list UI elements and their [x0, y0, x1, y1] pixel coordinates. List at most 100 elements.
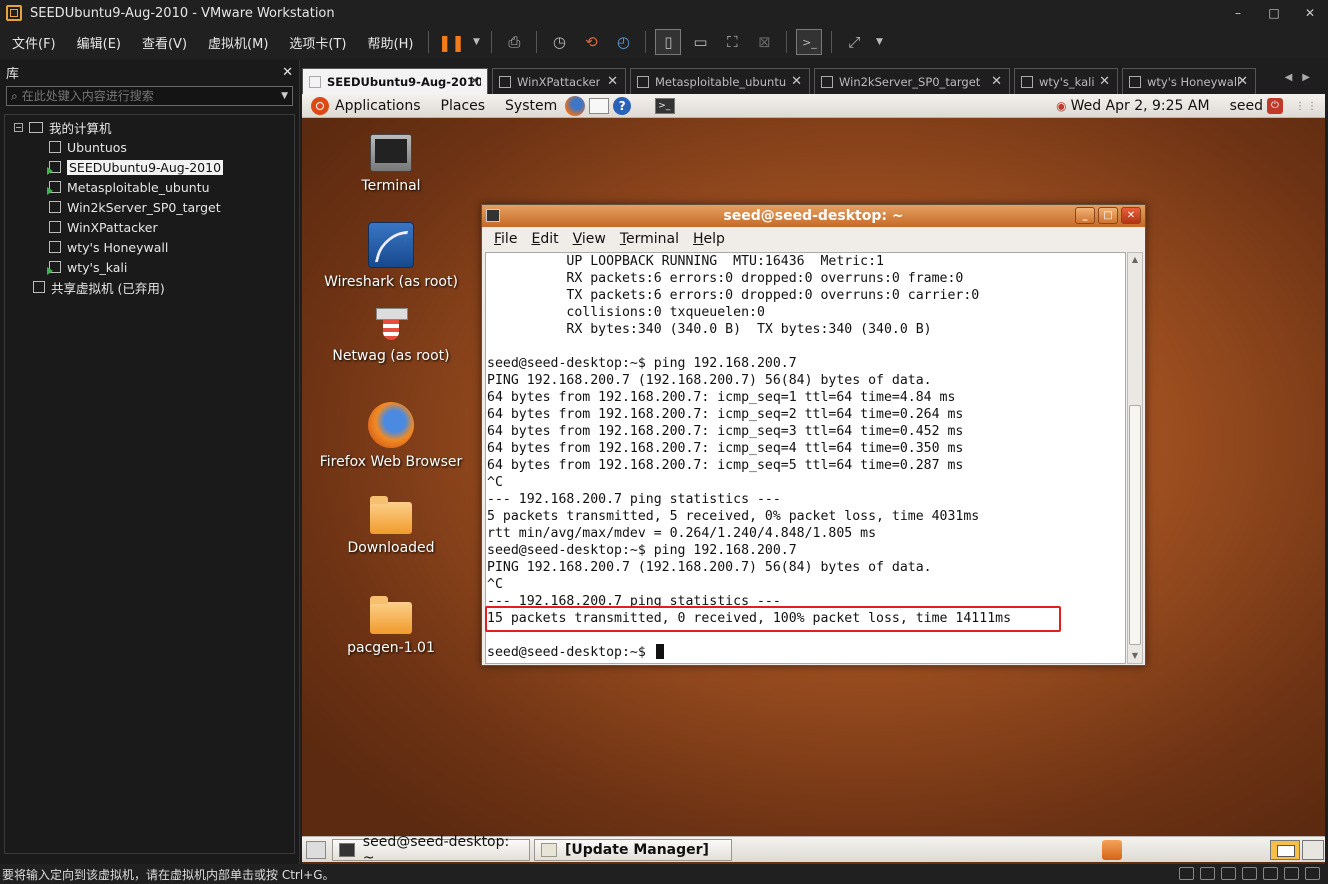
tab-seedubuntu[interactable]: SEEDUbuntu9-Aug-2010 ✕ — [302, 68, 488, 94]
firefox-launcher-icon[interactable] — [565, 95, 586, 116]
terminal-menu-view[interactable]: View — [573, 231, 606, 247]
tree-vm-item[interactable]: SEEDUbuntu9-Aug-2010 — [5, 157, 294, 177]
desktop-icon-pacgen[interactable]: pacgen-1.01 — [306, 596, 476, 656]
stretch-dropdown-icon[interactable]: ▼ — [873, 29, 885, 55]
scroll-up-icon[interactable]: ▲ — [1128, 253, 1142, 267]
tab-winxpattacker[interactable]: WinXPattacker ✕ — [492, 68, 626, 94]
close-window-button[interactable]: ✕ — [1292, 0, 1328, 26]
network-adapter-icon[interactable] — [1221, 867, 1236, 880]
ubuntu-logo-icon[interactable] — [311, 96, 329, 115]
desktop-icon-netwag[interactable]: Netwag (as root) — [306, 306, 476, 364]
power-icon[interactable]: ⏻ — [1267, 98, 1283, 114]
tree-vm-item[interactable]: Win2kServer_SP0_target — [5, 197, 294, 217]
library-search[interactable]: ⌕ ▼ — [6, 86, 293, 106]
pause-dropdown-icon[interactable]: ▼ — [470, 29, 482, 55]
desktop-icon-firefox[interactable]: Firefox Web Browser — [306, 402, 476, 470]
full-screen-icon[interactable]: ⛶ — [719, 29, 745, 55]
terminal-title-bar[interactable]: seed@seed-desktop: ~ _ □ ✕ — [482, 205, 1145, 227]
menu-tabs[interactable]: 选项卡(T) — [277, 33, 355, 52]
display-icon[interactable] — [1284, 867, 1299, 880]
menu-vm[interactable]: 虚拟机(M) — [196, 33, 277, 52]
menu-help[interactable]: 帮助(H) — [356, 33, 423, 52]
terminal-launcher-icon[interactable]: >_ — [655, 97, 676, 114]
tree-vm-item[interactable]: wty's Honeywall — [5, 237, 294, 257]
menu-view[interactable]: 查看(V) — [130, 33, 196, 52]
terminal-minimize-button[interactable]: _ — [1075, 207, 1095, 224]
message-icon[interactable] — [1305, 867, 1320, 880]
send-ctrl-alt-del-icon[interactable]: ⎙ — [501, 29, 527, 55]
tab-close-icon[interactable]: ✕ — [1099, 74, 1110, 89]
tab-scroll-arrows[interactable]: ◀▶ — [1285, 72, 1320, 83]
unity-icon[interactable]: ⊠ — [751, 29, 777, 55]
menu-system[interactable]: System — [505, 98, 557, 114]
workspace-switcher-1[interactable] — [1270, 840, 1300, 860]
tab-close-icon[interactable]: ✕ — [791, 74, 802, 89]
desktop-icon-downloaded[interactable]: Downloaded — [306, 496, 476, 556]
update-notification-icon[interactable] — [1102, 840, 1122, 860]
tab-close-icon[interactable]: ✕ — [1237, 74, 1248, 89]
maximize-button[interactable]: □ — [1256, 0, 1292, 26]
tree-vm-item[interactable]: Metasploitable_ubuntu — [5, 177, 294, 197]
tab-close-icon[interactable]: ✕ — [991, 74, 1002, 89]
search-dropdown-icon[interactable]: ▼ — [281, 91, 288, 101]
computer-icon — [29, 121, 43, 133]
tab-close-icon[interactable]: ✕ — [469, 74, 480, 89]
mail-launcher-icon[interactable] — [589, 97, 610, 114]
pause-icon[interactable]: ❚❚ — [438, 29, 465, 55]
menu-applications[interactable]: Applications — [335, 98, 421, 114]
tab-close-icon[interactable]: ✕ — [607, 74, 618, 89]
tab-win2kserver[interactable]: Win2kServer_SP0_target ✕ — [814, 68, 1010, 94]
terminal-scrollbar[interactable]: ▲ ▼ — [1127, 252, 1143, 664]
menu-file[interactable]: 文件(F) — [0, 33, 65, 52]
tab-wtys-honeywall[interactable]: wty's Honeywall ✕ — [1122, 68, 1256, 94]
network-icon[interactable]: ◉ — [1056, 99, 1066, 113]
menu-edit[interactable]: 编辑(E) — [65, 33, 130, 52]
revert-snapshot-icon[interactable]: ⟲ — [578, 29, 604, 55]
terminal-line: 64 bytes from 192.168.200.7: icmp_seq=2 … — [487, 407, 964, 422]
scroll-down-icon[interactable]: ▼ — [1128, 649, 1142, 663]
tree-vm-item[interactable]: WinXPattacker — [5, 217, 294, 237]
guest-screen[interactable]: Applications Places System ? >_ ◉ Wed Ap… — [302, 94, 1325, 864]
scrollbar-thumb[interactable] — [1129, 405, 1141, 645]
terminal-menu-file[interactable]: File — [494, 231, 517, 247]
sound-icon[interactable] — [1263, 867, 1278, 880]
desktop-icon-terminal[interactable]: Terminal — [306, 134, 476, 194]
terminal-window[interactable]: seed@seed-desktop: ~ _ □ ✕ File Edit Vie… — [481, 204, 1146, 666]
taskbar-update-manager-button[interactable]: [Update Manager] — [534, 838, 732, 861]
snapshot-icon[interactable]: ◷ — [546, 29, 572, 55]
console-view-icon[interactable]: >_ — [796, 29, 823, 55]
tree-vm-item[interactable]: wty's_kali — [5, 257, 294, 277]
minimize-button[interactable]: – — [1220, 0, 1256, 26]
usb-icon[interactable] — [1242, 867, 1257, 880]
tab-metasploitable[interactable]: Metasploitable_ubuntu ✕ — [630, 68, 810, 94]
library-view-icon[interactable]: ▯ — [655, 29, 682, 55]
panel-clock[interactable]: Wed Apr 2, 9:25 AM — [1071, 98, 1210, 114]
window-title: SEEDUbuntu9-Aug-2010 - VMware Workstatio… — [30, 5, 335, 21]
terminal-line: RX bytes:340 (340.0 B) TX bytes:340 (340… — [487, 322, 932, 337]
cd-rom-icon[interactable] — [1200, 867, 1215, 880]
library-search-input[interactable] — [21, 89, 272, 103]
help-icon[interactable]: ? — [613, 96, 632, 115]
terminal-close-button[interactable]: ✕ — [1121, 207, 1141, 224]
terminal-menu-terminal[interactable]: Terminal — [620, 231, 679, 247]
hard-disk-icon[interactable] — [1179, 867, 1194, 880]
terminal-maximize-button[interactable]: □ — [1098, 207, 1118, 224]
tree-root[interactable]: − 我的计算机 — [5, 117, 294, 137]
menu-places[interactable]: Places — [441, 98, 486, 114]
panel-user[interactable]: seed — [1230, 98, 1263, 114]
tab-wtys-kali[interactable]: wty's_kali ✕ — [1014, 68, 1118, 94]
show-desktop-icon[interactable] — [306, 840, 326, 859]
tree-shared-vms[interactable]: 共享虚拟机 (已弃用) — [5, 277, 294, 297]
terminal-output[interactable]: UP LOOPBACK RUNNING MTU:16436 Metric:1 R… — [485, 252, 1126, 664]
library-close-button[interactable]: ✕ — [282, 65, 293, 80]
tree-vm-item[interactable]: Ubuntuos — [5, 137, 294, 157]
stretch-guest-icon[interactable]: ⤢ — [841, 29, 867, 55]
workspace-switcher-2[interactable] — [1302, 840, 1324, 860]
thumbnail-view-icon[interactable]: ▭ — [687, 29, 713, 55]
desktop-icon-wireshark[interactable]: Wireshark (as root) — [306, 222, 476, 290]
terminal-menu-help[interactable]: Help — [693, 231, 725, 247]
terminal-menu-edit[interactable]: Edit — [531, 231, 558, 247]
taskbar-terminal-button[interactable]: seed@seed-desktop: ~ — [332, 834, 530, 864]
snapshot-manager-icon[interactable]: ◴ — [610, 29, 636, 55]
collapse-icon[interactable]: − — [14, 122, 23, 132]
